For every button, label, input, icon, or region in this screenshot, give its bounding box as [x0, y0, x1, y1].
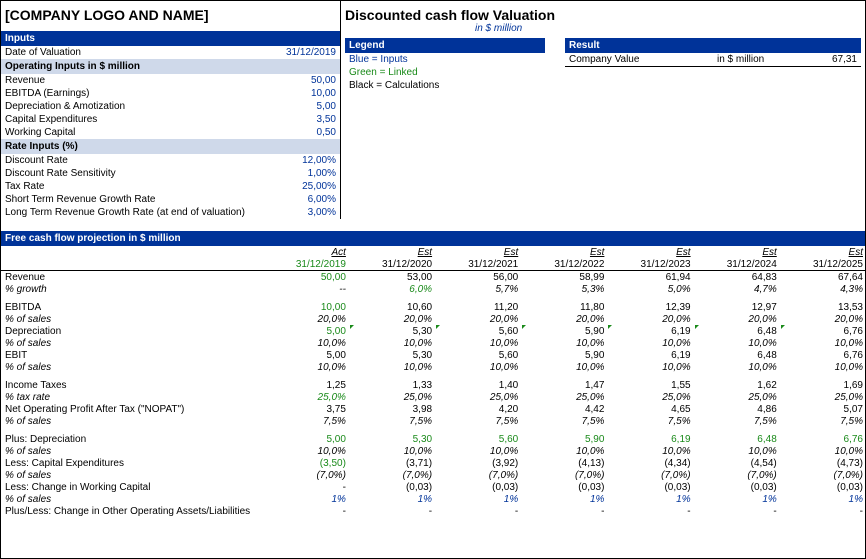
tax-rate-value: 25,00%: [264, 181, 336, 192]
inputs-header: Inputs: [1, 31, 340, 46]
col-est: Est: [608, 246, 694, 258]
result-row: Company Value in $ million 67,31: [565, 53, 861, 67]
plus-less-other-row: Plus/Less: Change in Other Operating Ass…: [1, 505, 866, 517]
col-est: Est: [350, 246, 436, 258]
document-subtitle: in $ million: [341, 23, 865, 38]
nopat-row: Net Operating Profit After Tax ("NOPAT")…: [1, 403, 866, 415]
ebitda-label: EBITDA (Earnings): [5, 88, 264, 99]
ebitda-pct-row: % of sales 20,0%20,0%20,0%20,0%20,0%20,0…: [1, 313, 866, 325]
tax-rate-row: % tax rate 25,0%25,0%25,0%25,0%25,0%25,0…: [1, 391, 866, 403]
discount-rate-value: 12,00%: [264, 155, 336, 166]
document-title: Discounted cash flow Valuation: [341, 1, 865, 23]
result-header: Result: [565, 38, 861, 53]
nopat-pct-row: % of sales 7,5%7,5%7,5%7,5%7,5%7,5%7,5%: [1, 415, 866, 427]
document-root: [COMPANY LOGO AND NAME] Inputs Date of V…: [0, 0, 866, 559]
col-date: 31/12/2024: [695, 258, 781, 271]
plus-dep-row: Plus: Depreciation 5,00 5,305,605,906,19…: [1, 433, 866, 445]
ebit-row: EBIT 5,005,305,605,906,196,486,76: [1, 349, 866, 361]
projection-header: Free cash flow projection in $ million: [1, 231, 866, 246]
capex-label: Capital Expenditures: [5, 114, 264, 125]
top-right-pane: Discounted cash flow Valuation in $ mill…: [341, 1, 865, 219]
col-type-row: Act Est Est Est Est Est Est: [1, 246, 866, 258]
lt-growth-value: 3,00%: [264, 207, 336, 218]
dep-pct-row: % of sales 10,0%10,0%10,0%10,0%10,0%10,0…: [1, 337, 866, 349]
top-section: [COMPANY LOGO AND NAME] Inputs Date of V…: [1, 1, 865, 219]
legend-black: Black = Calculations: [345, 79, 545, 92]
da-value: 5,00: [264, 101, 336, 112]
sensitivity-value: 1,00%: [264, 168, 336, 179]
legend-blue: Blue = Inputs: [345, 53, 545, 66]
ebit-pct-row: % of sales 10,0%10,0%10,0%10,0%10,0%10,0…: [1, 361, 866, 373]
less-capex-pct-row: % of sales (7,0%)(7,0%)(7,0%)(7,0%)(7,0%…: [1, 469, 866, 481]
da-label: Depreciation & Amotization: [5, 101, 264, 112]
capex-value: 3,50: [264, 114, 336, 125]
legend-green: Green = Linked: [345, 66, 545, 79]
result-label: Company Value: [569, 54, 717, 65]
col-date: 31/12/2020: [350, 258, 436, 271]
tax-rate-label: Tax Rate: [5, 181, 264, 192]
col-est: Est: [781, 246, 866, 258]
result-unit: in $ million: [717, 54, 797, 65]
col-date: 31/12/2019: [264, 258, 350, 271]
growth-row: % growth -- 6,0%5,7%5,3%5,0%4,7%4,3%: [1, 283, 866, 295]
less-wc-pct-row: % of sales 1%1%1%1%1%1%1%: [1, 493, 866, 505]
plus-dep-pct-row: % of sales 10,0%10,0%10,0%10,0%10,0%10,0…: [1, 445, 866, 457]
depreciation-row: Depreciation 5,00 5,305,605,906,196,486,…: [1, 325, 866, 337]
legend-header: Legend: [345, 38, 545, 53]
wc-label: Working Capital: [5, 127, 264, 138]
col-date: 31/12/2021: [436, 258, 522, 271]
col-est: Est: [695, 246, 781, 258]
income-tax-row: Income Taxes 1,251,331,401,471,551,621,6…: [1, 379, 866, 391]
projection-section: Free cash flow projection in $ million A…: [1, 231, 866, 517]
company-placeholder: [COMPANY LOGO AND NAME]: [1, 1, 340, 25]
less-wc-row: Less: Change in Working Capital -(0,03)(…: [1, 481, 866, 493]
top-left-pane: [COMPANY LOGO AND NAME] Inputs Date of V…: [1, 1, 341, 219]
lt-growth-label: Long Term Revenue Growth Rate (at end of…: [5, 207, 264, 218]
revenue-label: Revenue: [5, 75, 264, 86]
projection-table: Act Est Est Est Est Est Est 31/12/2019 3…: [1, 246, 866, 517]
st-growth-label: Short Term Revenue Growth Rate: [5, 194, 264, 205]
revenue-value: 50,00: [264, 75, 336, 86]
col-est: Est: [522, 246, 608, 258]
less-capex-row: Less: Capital Expenditures (3,50) (3,71)…: [1, 457, 866, 469]
legend-block: Legend Blue = Inputs Green = Linked Blac…: [345, 38, 545, 92]
ebitda-row: EBITDA 10,00 10,6011,2011,8012,3912,9713…: [1, 301, 866, 313]
sensitivity-label: Discount Rate Sensitivity: [5, 168, 264, 179]
date-of-valuation-row: Date of Valuation 31/12/2019: [1, 46, 340, 59]
col-date-row: 31/12/2019 31/12/2020 31/12/2021 31/12/2…: [1, 258, 866, 271]
date-value: 31/12/2019: [264, 47, 336, 58]
discount-rate-label: Discount Rate: [5, 155, 264, 166]
col-date: 31/12/2025: [781, 258, 866, 271]
ebitda-value: 10,00: [264, 88, 336, 99]
result-value: 67,31: [797, 54, 857, 65]
legend-result-row: Legend Blue = Inputs Green = Linked Blac…: [341, 38, 865, 92]
wc-value: 0,50: [264, 127, 336, 138]
col-est: Est: [436, 246, 522, 258]
col-date: 31/12/2022: [522, 258, 608, 271]
st-growth-value: 6,00%: [264, 194, 336, 205]
rate-inputs-header: Rate Inputs (%): [1, 139, 340, 154]
date-label: Date of Valuation: [5, 47, 264, 58]
col-date: 31/12/2023: [608, 258, 694, 271]
result-block: Result Company Value in $ million 67,31: [565, 38, 861, 92]
revenue-row: Revenue 50,00 53,0056,0058,9961,9464,836…: [1, 271, 866, 284]
col-act: Act: [264, 246, 350, 258]
operating-inputs-header: Operating Inputs in $ million: [1, 59, 340, 74]
